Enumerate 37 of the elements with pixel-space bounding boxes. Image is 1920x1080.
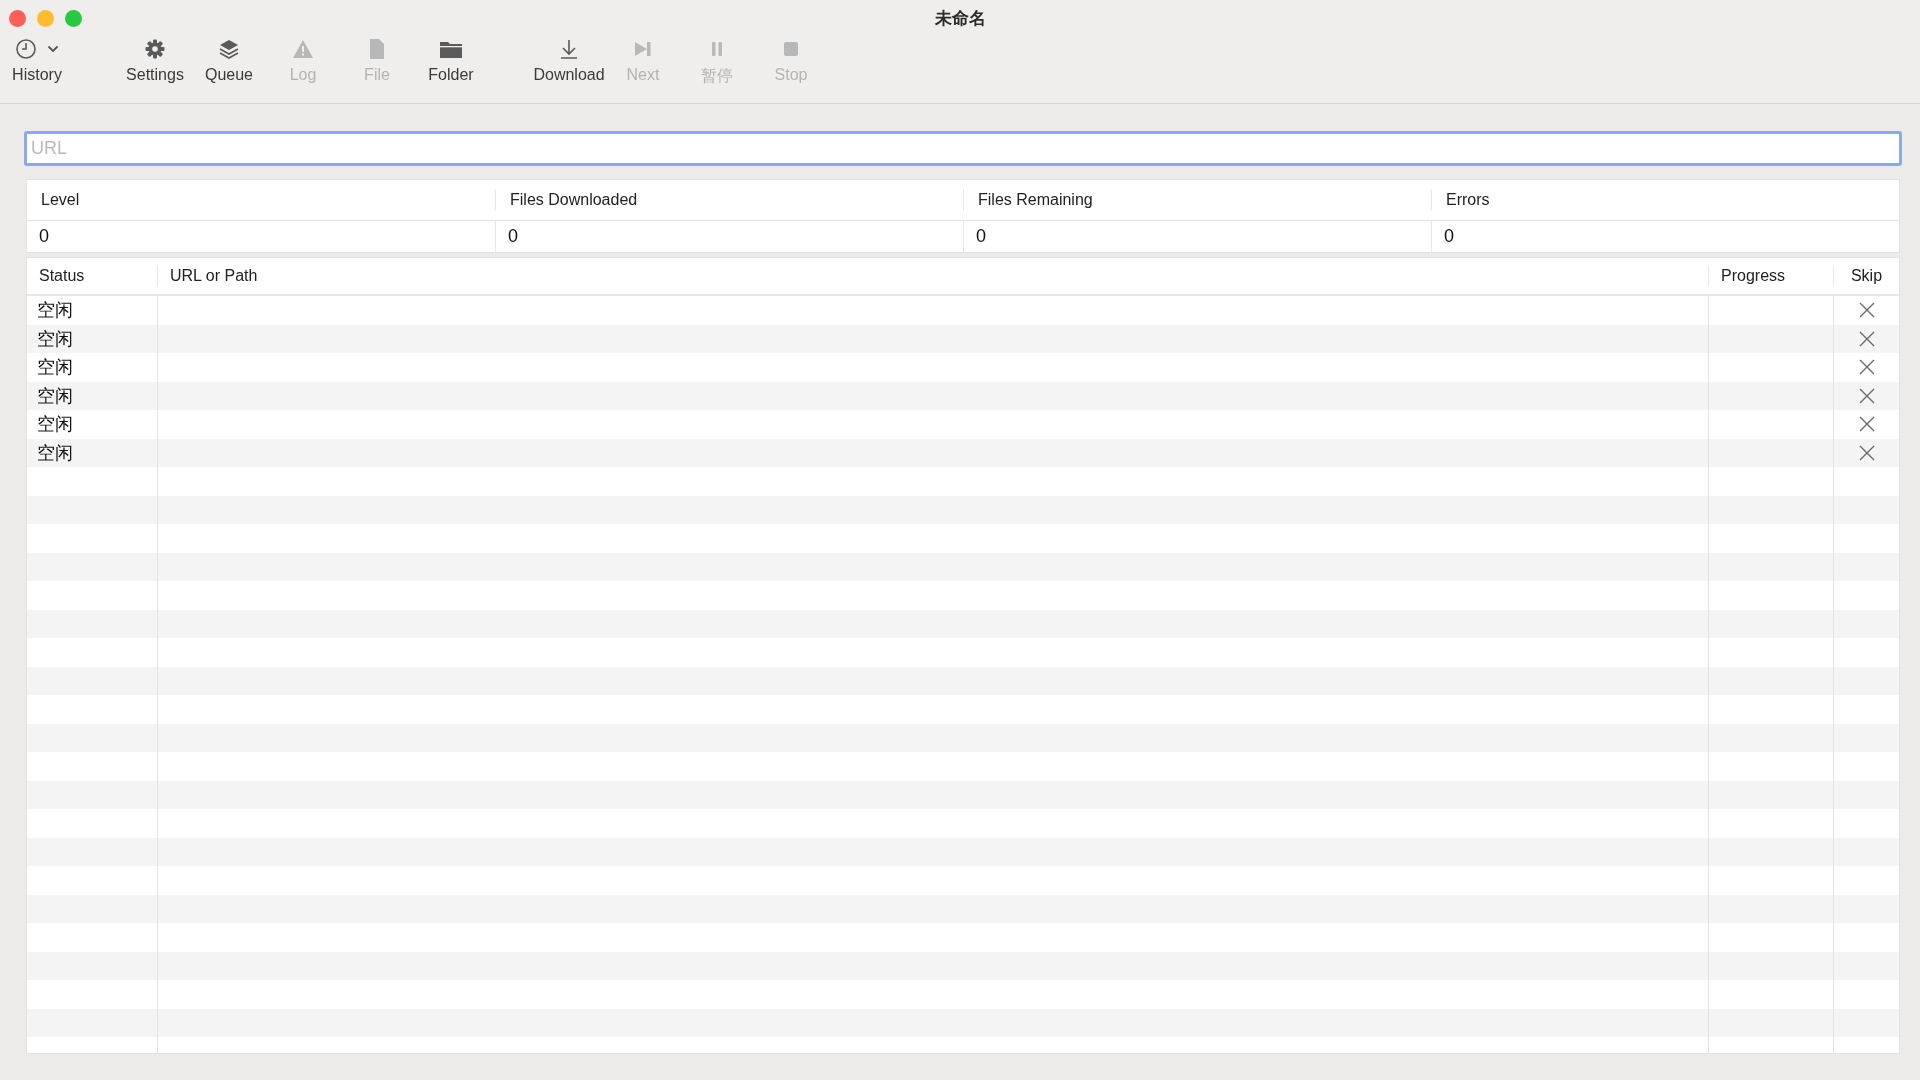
stat-value: 0 — [1431, 221, 1899, 252]
clock-icon — [15, 38, 37, 60]
toolbar-button[interactable]: Queue — [192, 36, 266, 84]
column-header: Progress — [1708, 266, 1833, 286]
url-field[interactable]: URL — [24, 131, 1902, 166]
column-header: URL or Path — [157, 266, 1708, 286]
warning-icon — [292, 38, 314, 60]
column-header: Level — [40, 190, 81, 210]
close-icon — [1858, 302, 1875, 319]
toolbar-button[interactable]: History — [0, 36, 74, 84]
layers-icon — [218, 38, 240, 60]
stat-value: 0 — [495, 221, 963, 252]
window-title: 未命名 — [934, 8, 986, 28]
column-header: Files Downloaded — [495, 189, 963, 211]
column-header: Errors — [1431, 189, 1899, 211]
close-icon — [1858, 387, 1875, 404]
status-cell-text: 空闲 — [36, 356, 74, 380]
close-icon — [1858, 444, 1875, 461]
close-icon — [1858, 359, 1875, 376]
status-cell-text: 空闲 — [36, 384, 74, 408]
toolbar-button[interactable]: Settings — [118, 36, 192, 84]
status-cell-text: 空闲 — [36, 299, 74, 323]
close-icon — [1858, 330, 1875, 347]
column-header: Skip — [1833, 266, 1899, 286]
close-icon — [1858, 416, 1875, 433]
status-cell-text: 空闲 — [36, 327, 74, 351]
column-header: Files Remaining — [963, 189, 1431, 211]
stat-value: 0 — [38, 225, 50, 248]
chevron-down-icon — [47, 45, 59, 53]
column-header: Status — [38, 266, 86, 286]
download-icon — [558, 38, 580, 60]
stat-value: 0 — [963, 221, 1431, 252]
status-cell-text: 空闲 — [36, 441, 74, 465]
status-cell-text: 空闲 — [36, 413, 74, 437]
toolbar-button[interactable]: Folder — [414, 36, 488, 84]
toolbar-button[interactable]: Download — [532, 36, 606, 87]
close-button[interactable] — [9, 9, 26, 27]
